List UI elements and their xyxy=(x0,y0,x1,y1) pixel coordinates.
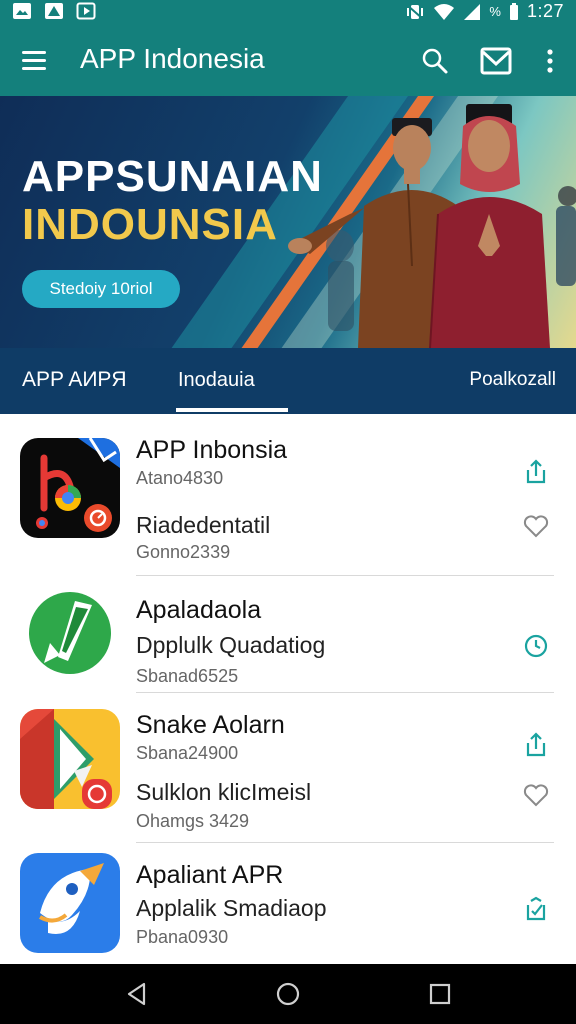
signal-icon xyxy=(464,3,481,20)
tab-selected-indicator xyxy=(176,408,288,412)
promo-banner[interactable]: APPSUNAIAN INDOUNSIA Stedoiy 10riol xyxy=(0,96,576,348)
more-vert-icon[interactable] xyxy=(533,44,567,78)
banner-subheadline: INDOUNSIA xyxy=(22,200,278,249)
app-icon[interactable] xyxy=(20,438,120,538)
app-title: Apaladaola xyxy=(136,596,262,624)
clock-time: 1:27 xyxy=(526,1,564,21)
app-title: Apaliant APR xyxy=(136,861,284,889)
share-icon[interactable] xyxy=(522,731,550,759)
app-secondary-title: Riadedentatil xyxy=(136,512,271,538)
tab-indonesia[interactable]: Inodauia xyxy=(178,348,288,414)
tab-bar: APP AИPЯ Inodauia Poalkozall xyxy=(0,348,576,414)
app-icon[interactable] xyxy=(20,709,120,809)
heart-icon[interactable] xyxy=(522,781,550,809)
list-item[interactable]: APP Inbonsia Atano4830 Riadedentatil Gon… xyxy=(0,414,576,576)
wifi-icon xyxy=(434,3,455,20)
app-list: APP Inbonsia Atano4830 Riadedentatil Gon… xyxy=(0,414,576,964)
banner-cta-button[interactable]: Stedoiy 10riol xyxy=(22,270,180,308)
app-bar: APP Indonesia xyxy=(0,24,576,96)
recents-icon[interactable] xyxy=(427,981,453,1007)
list-item[interactable]: Snake Aolarn Sbana24900 Sulklon klicImei… xyxy=(0,693,576,843)
app-subtitle: Applalik Smadiaop xyxy=(136,895,327,921)
app-icon[interactable] xyxy=(20,853,120,953)
system-nav-bar xyxy=(0,964,576,1024)
app-subtitle: Dpplulk Quadatiog xyxy=(136,632,326,658)
clock-icon[interactable] xyxy=(522,632,550,660)
vibrate-icon xyxy=(406,3,425,20)
back-icon[interactable] xyxy=(124,981,150,1007)
app-secondary-subtitle: Gonno2339 xyxy=(136,542,231,562)
tab-app[interactable]: APP AИPЯ xyxy=(22,348,127,414)
search-icon[interactable] xyxy=(418,44,452,78)
image-icon xyxy=(45,3,63,19)
banner-people-illustration xyxy=(288,104,576,348)
tab-popular[interactable]: Poalkozall xyxy=(469,348,556,414)
download-check-icon[interactable] xyxy=(522,895,550,923)
home-icon[interactable] xyxy=(275,981,301,1007)
share-icon[interactable] xyxy=(522,458,550,486)
media-icon xyxy=(76,2,96,20)
app-subtitle: Atano4830 xyxy=(136,468,224,488)
menu-icon[interactable] xyxy=(18,46,54,76)
app-title: APP Indonesia xyxy=(80,43,265,74)
list-item[interactable]: Apaliant APR Applalik Smadiaop Pbana0930 xyxy=(0,843,576,964)
app-icon[interactable] xyxy=(20,583,120,683)
app-secondary-subtitle: Ohamgs 3429 xyxy=(136,811,250,831)
banner-headline: APPSUNAIAN xyxy=(22,152,323,201)
app-title: Snake Aolarn xyxy=(136,711,285,739)
app-subtitle: Sbana24900 xyxy=(136,743,239,763)
app-secondary-subtitle: Pbana0930 xyxy=(136,927,229,947)
battery-percent: % xyxy=(489,4,501,19)
app-secondary-title: Sulklon klicImeisl xyxy=(136,779,312,805)
app-title: APP Inbonsia xyxy=(136,436,288,464)
heart-icon[interactable] xyxy=(522,512,550,540)
notification-icon xyxy=(13,3,31,19)
list-item[interactable]: Apaladaola Dpplulk Quadatiog Sbanad6525 xyxy=(0,576,576,693)
inbox-icon[interactable] xyxy=(479,44,513,78)
battery-icon xyxy=(509,2,518,20)
status-bar: % 1:27 xyxy=(0,0,576,24)
app-secondary-subtitle: Sbanad6525 xyxy=(136,666,239,686)
